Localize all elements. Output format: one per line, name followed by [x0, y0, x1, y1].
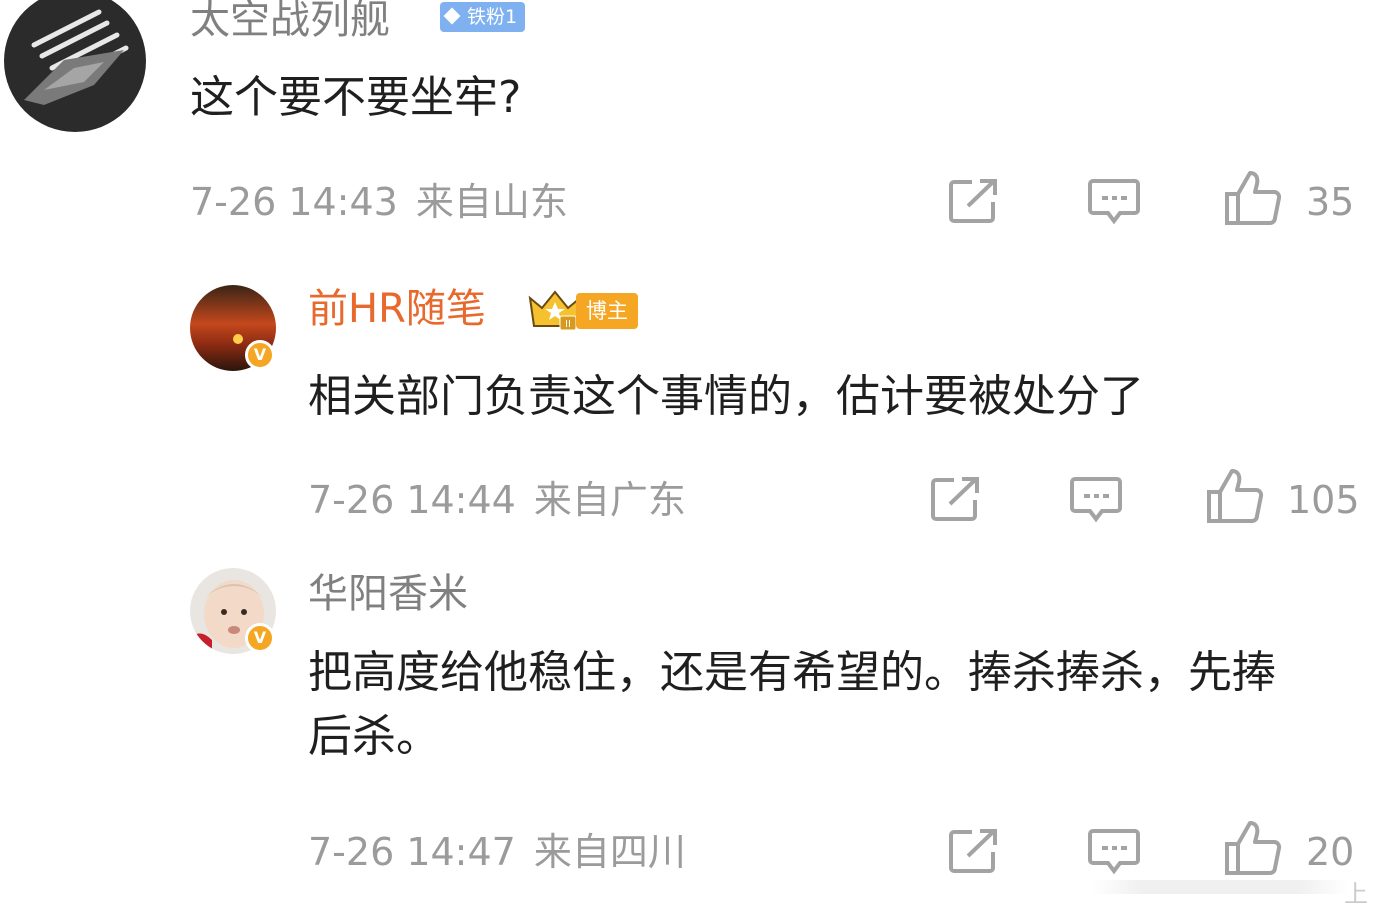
share-icon[interactable]: [948, 828, 1000, 874]
comment-3: V 华阳香米 把高度给他稳住，还是有希望的。捧杀捧杀，先捧后杀。 7-26 14…: [0, 0, 1376, 915]
watermark: 上: [1344, 880, 1368, 908]
scroll-indicator: [1090, 880, 1350, 894]
username[interactable]: 华阳香米: [308, 570, 468, 618]
location: 来自四川: [533, 830, 686, 874]
like-count: 20: [1306, 830, 1355, 874]
comment-icon[interactable]: [1088, 828, 1140, 876]
verified-badge: V: [245, 623, 275, 653]
thumbs-up-icon[interactable]: [1224, 820, 1282, 876]
comment-meta: 7-26 14:47 来自四川: [308, 828, 686, 876]
comment-text: 把高度给他稳住，还是有希望的。捧杀捧杀，先捧后杀。: [308, 647, 1276, 762]
timestamp: 7-26 14:47: [308, 830, 516, 874]
